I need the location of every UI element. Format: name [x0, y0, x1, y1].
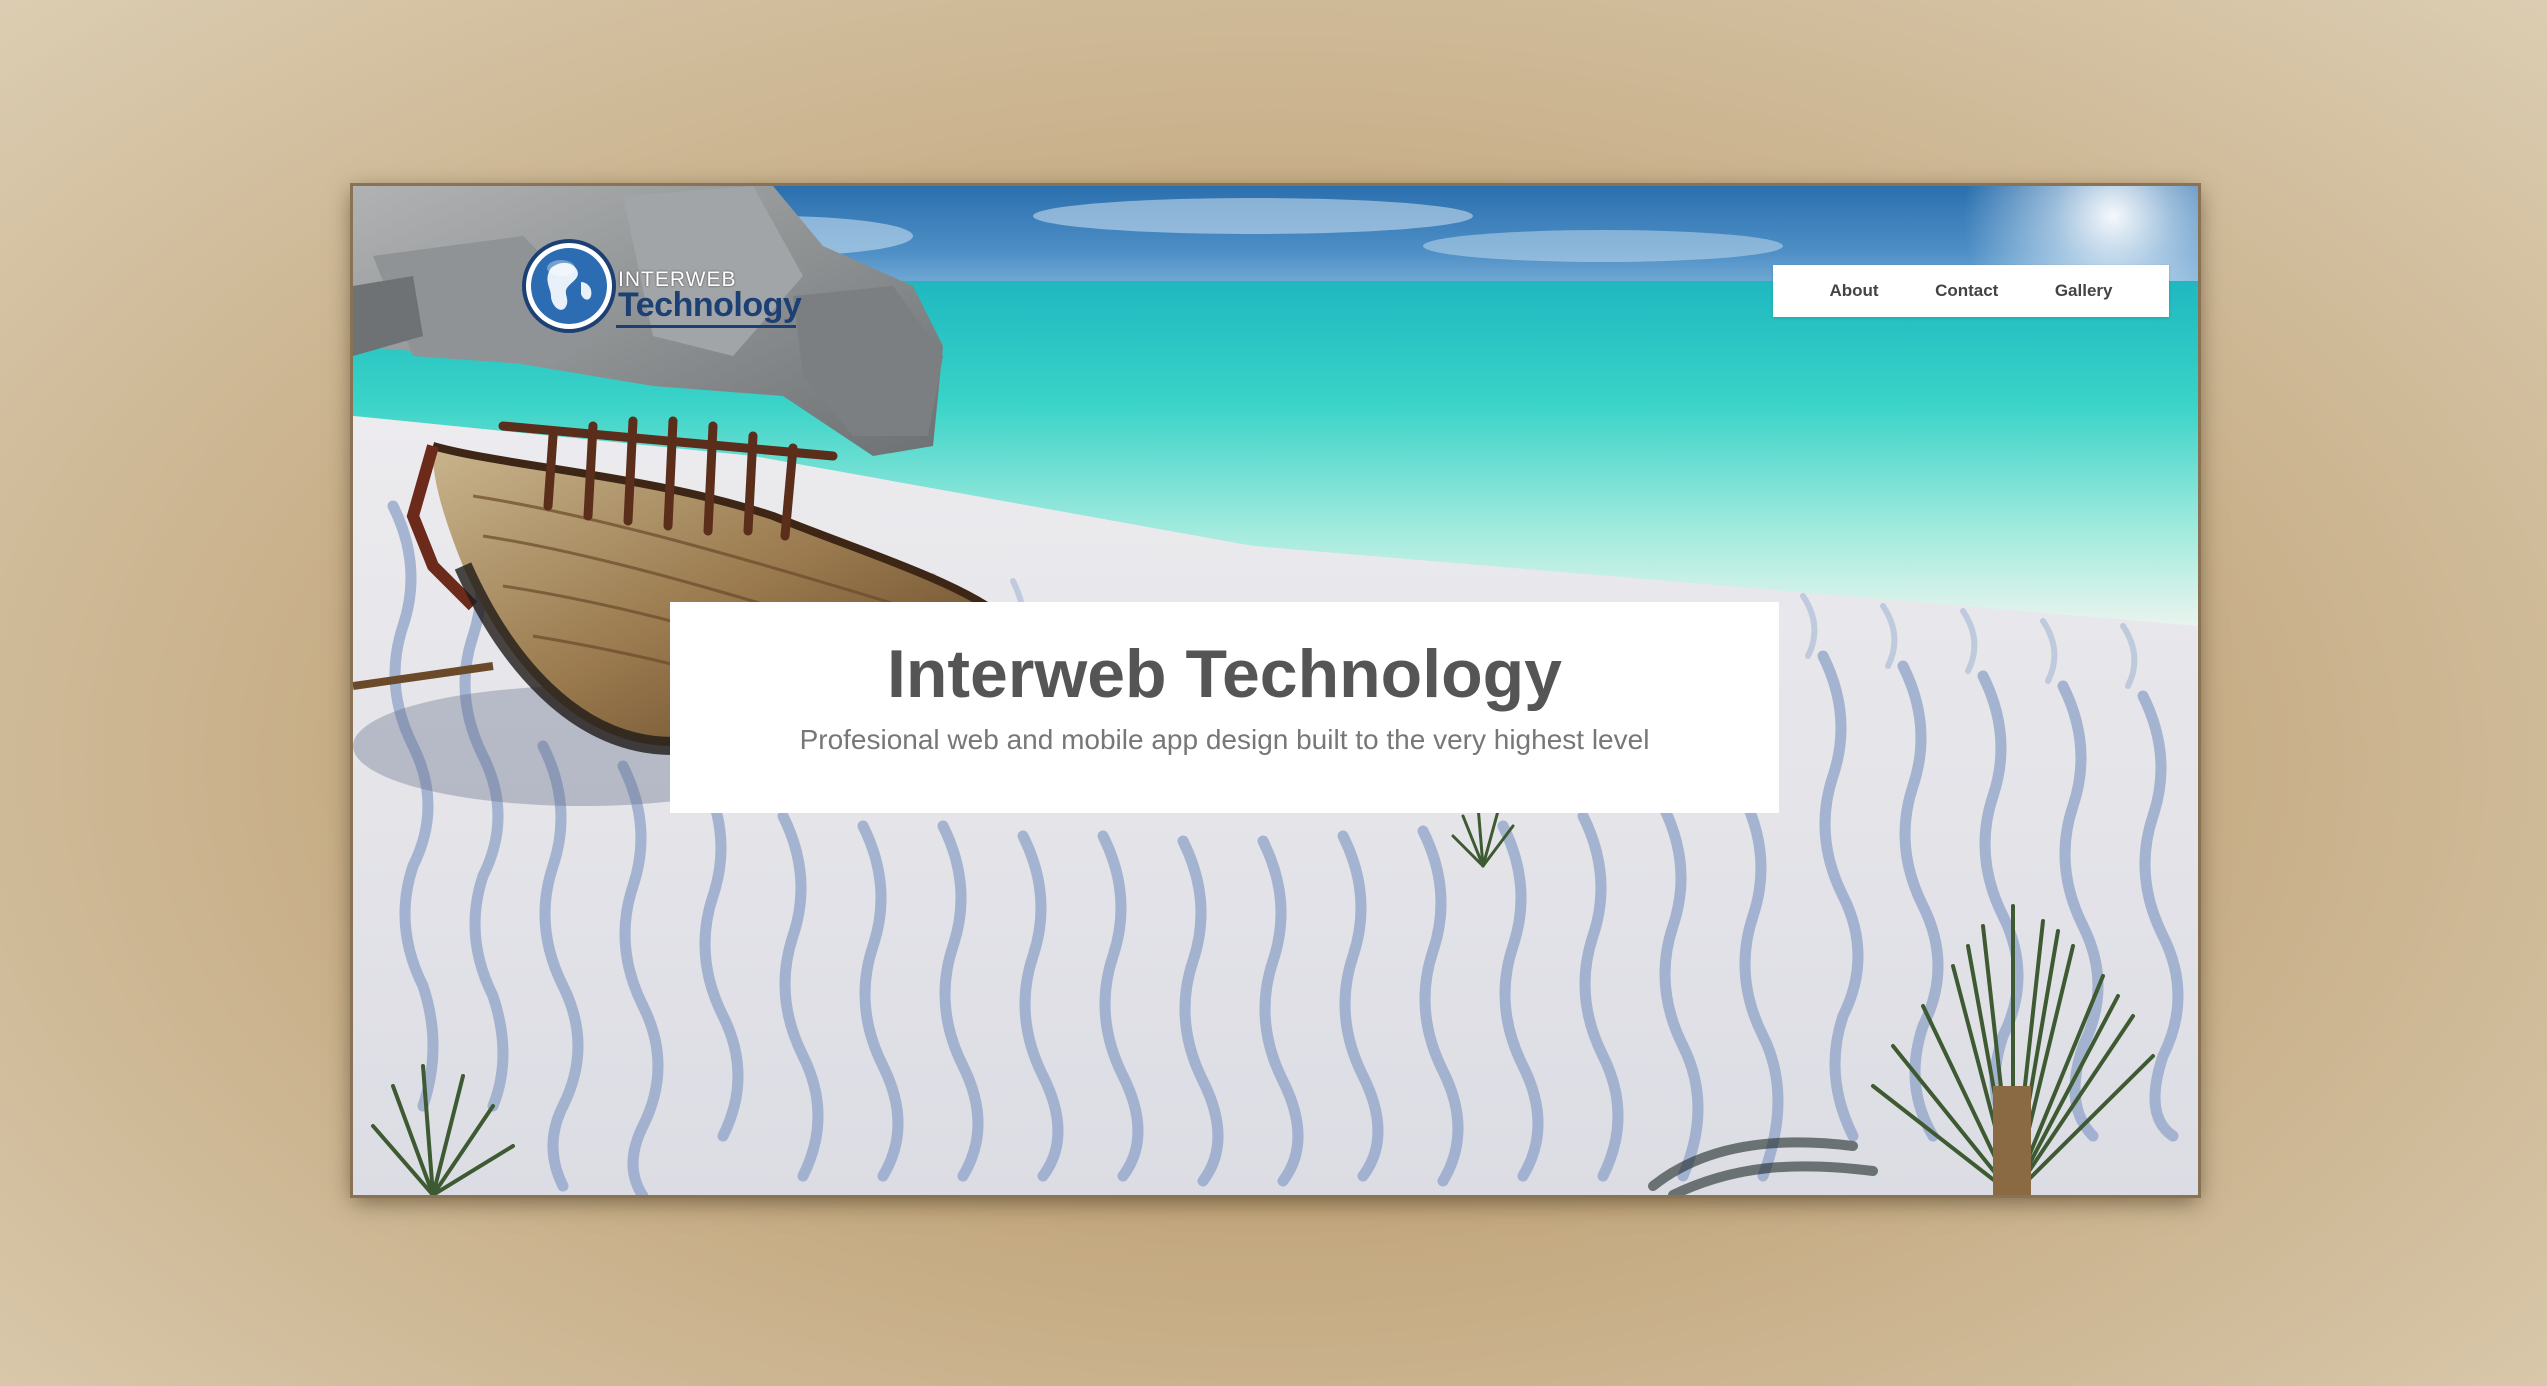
- nav-link-contact[interactable]: Contact: [1935, 281, 1998, 301]
- globe-icon: [522, 239, 616, 333]
- hero-banner: Interweb Technology Profesional web and …: [670, 602, 1779, 813]
- brand-underline: [616, 325, 796, 328]
- brand-logo[interactable]: INTERWEB Technology: [521, 238, 802, 334]
- hero-title: Interweb Technology: [886, 636, 1563, 712]
- website-frame: INTERWEB Technology About Contact Galler…: [353, 186, 2198, 1195]
- nav-link-about[interactable]: About: [1829, 281, 1878, 301]
- top-navigation: About Contact Gallery: [1773, 265, 2169, 317]
- nav-link-gallery[interactable]: Gallery: [2055, 281, 2113, 301]
- hero-subtitle: Profesional web and mobile app design bu…: [799, 724, 1650, 755]
- brand-large-text: Technology: [618, 286, 802, 324]
